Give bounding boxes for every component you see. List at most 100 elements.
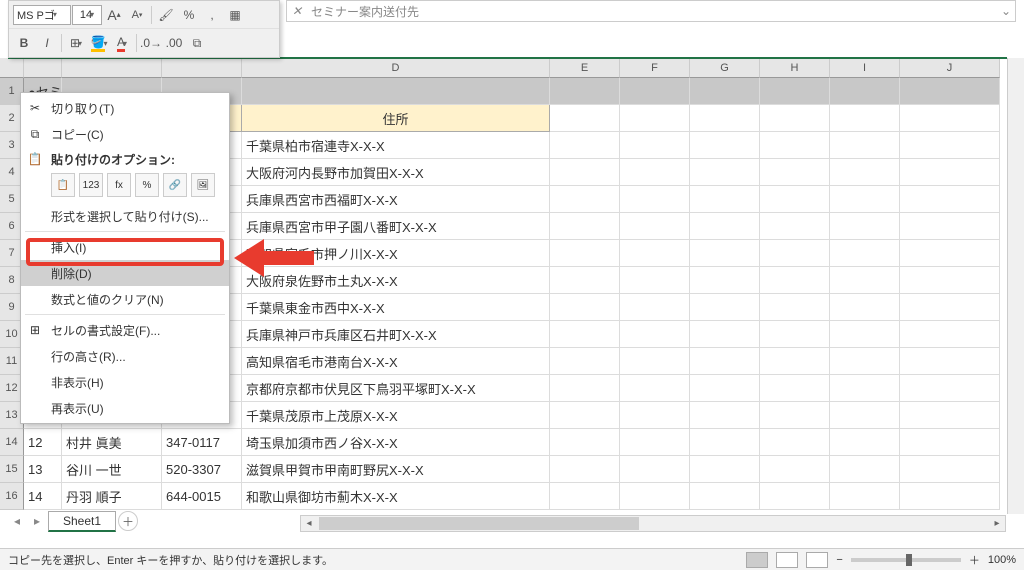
cell[interactable] [620,213,690,240]
increase-decimal-icon[interactable]: .00 [163,32,185,54]
cell[interactable] [900,78,1000,105]
ctx-format-cells[interactable]: ⊞セルの書式設定(F)... [21,317,229,343]
cell[interactable]: 住所 [242,105,550,132]
vertical-scrollbar[interactable] [1007,58,1024,514]
cell[interactable] [550,267,620,294]
cell[interactable]: 644-0015 [162,483,242,510]
cell[interactable] [690,456,760,483]
cell[interactable] [830,456,900,483]
cell[interactable] [760,456,830,483]
cell[interactable] [620,483,690,510]
cell[interactable]: 兵庫県西宮市西福町X-X-X [242,186,550,213]
cell[interactable] [620,105,690,132]
cell[interactable] [830,267,900,294]
cell[interactable] [550,429,620,456]
cell[interactable]: 347-0117 [162,429,242,456]
cell[interactable] [830,132,900,159]
view-page-break-button[interactable] [806,552,828,568]
cell[interactable]: 520-3307 [162,456,242,483]
col-header[interactable] [24,58,62,78]
cell[interactable] [550,294,620,321]
select-all-corner[interactable] [0,58,24,78]
cell[interactable] [620,240,690,267]
fx-icon[interactable]: ✕ [287,4,307,18]
cell[interactable] [620,375,690,402]
cell[interactable] [900,348,1000,375]
cell[interactable]: 大阪府河内長野市加賀田X-X-X [242,159,550,186]
cell[interactable] [760,186,830,213]
cell[interactable] [900,240,1000,267]
expand-formula-icon[interactable]: ⌄ [997,4,1015,18]
cell[interactable] [620,456,690,483]
cell[interactable] [900,267,1000,294]
cell[interactable]: 大阪府泉佐野市土丸X-X-X [242,267,550,294]
zoom-out-button[interactable]: − [836,554,842,566]
cell[interactable]: 和歌山県御坊市薊木X-X-X [242,483,550,510]
cell[interactable] [830,105,900,132]
cell[interactable] [690,294,760,321]
cell[interactable] [550,186,620,213]
add-sheet-button[interactable]: ＋ [118,511,138,531]
cell[interactable] [760,267,830,294]
scroll-right-icon[interactable]: ▸ [989,516,1005,531]
cell[interactable] [760,240,830,267]
paste-option-icon[interactable]: 🖼 [191,173,215,197]
cell[interactable] [550,456,620,483]
cell[interactable] [620,348,690,375]
ctx-copy[interactable]: ⧉コピー(C) [21,121,229,147]
cell[interactable] [900,132,1000,159]
cell[interactable] [830,159,900,186]
merge-icon[interactable]: ⧉ [186,32,208,54]
cell[interactable] [690,348,760,375]
cell[interactable]: 高知県宿毛市港南台X-X-X [242,348,550,375]
cell[interactable] [830,213,900,240]
cell[interactable] [900,429,1000,456]
percent-icon[interactable]: % [178,4,200,26]
ctx-unhide[interactable]: 再表示(U) [21,395,229,421]
cell[interactable] [550,321,620,348]
col-header[interactable]: F [620,58,690,78]
cell[interactable]: 兵庫県神戸市兵庫区石井町X-X-X [242,321,550,348]
cell[interactable] [760,213,830,240]
ctx-clear[interactable]: 数式と値のクリア(N) [21,286,229,312]
decrease-decimal-icon[interactable]: .0→ [140,32,162,54]
cell[interactable] [550,105,620,132]
scroll-left-icon[interactable]: ◂ [301,516,317,531]
cell[interactable] [830,294,900,321]
cell[interactable] [690,186,760,213]
paste-option-icon[interactable]: 📋 [51,173,75,197]
cell[interactable] [620,78,690,105]
col-header[interactable] [62,58,162,78]
col-header[interactable]: G [690,58,760,78]
cell[interactable] [900,105,1000,132]
cell[interactable] [690,159,760,186]
cell[interactable] [760,294,830,321]
cell[interactable] [830,240,900,267]
cell[interactable]: 千葉県柏市宿連寺X-X-X [242,132,550,159]
cell[interactable]: 13 [24,456,62,483]
format-painter-icon[interactable]: 🖌 [155,4,177,26]
cell[interactable] [900,159,1000,186]
cell[interactable] [550,240,620,267]
cell[interactable]: 千葉県茂原市上茂原X-X-X [242,402,550,429]
cell[interactable] [550,402,620,429]
cell[interactable] [550,78,620,105]
cell[interactable]: 村井 眞美 [62,429,162,456]
font-size-select[interactable]: 14▾ [72,5,102,25]
row-header[interactable]: 16 [0,483,24,510]
ctx-cut[interactable]: ✂切り取り(T) [21,95,229,121]
cell[interactable] [760,78,830,105]
cell[interactable]: 12 [24,429,62,456]
cell[interactable] [900,456,1000,483]
col-header[interactable]: J [900,58,1000,78]
cell[interactable] [830,483,900,510]
border-icon[interactable]: ⊞▾ [65,32,87,54]
cell[interactable]: 埼玉県加須市西ノ谷X-X-X [242,429,550,456]
cell[interactable] [550,375,620,402]
font-color-icon[interactable]: A▾ [111,32,133,54]
cell[interactable] [760,483,830,510]
cell[interactable] [620,402,690,429]
cell[interactable] [830,402,900,429]
cell[interactable] [830,348,900,375]
cell[interactable] [760,159,830,186]
